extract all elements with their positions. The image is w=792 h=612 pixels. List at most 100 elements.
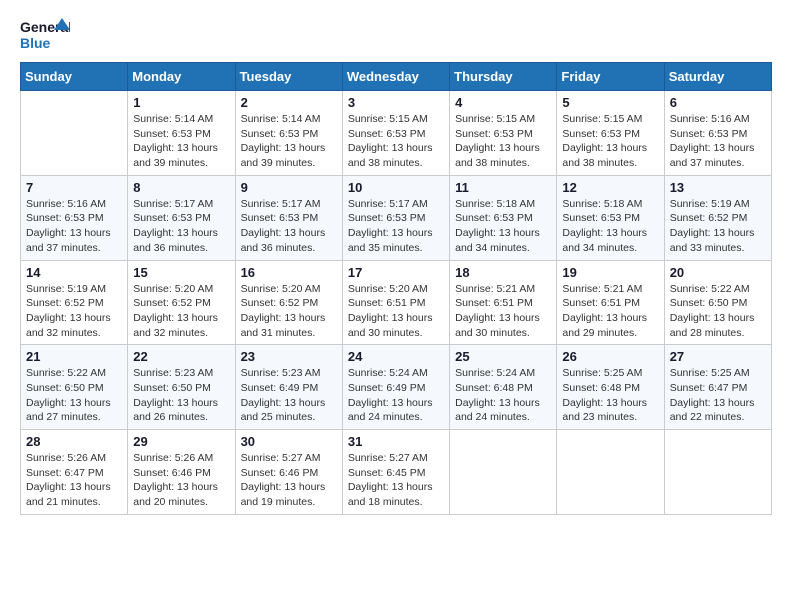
day-info: Sunrise: 5:20 AMSunset: 6:52 PMDaylight:…: [133, 282, 229, 341]
day-info: Sunrise: 5:19 AMSunset: 6:52 PMDaylight:…: [26, 282, 122, 341]
column-header-thursday: Thursday: [450, 63, 557, 91]
calendar-cell: 22 Sunrise: 5:23 AMSunset: 6:50 PMDayligh…: [128, 345, 235, 430]
calendar-cell: 12 Sunrise: 5:18 AMSunset: 6:53 PMDayligh…: [557, 175, 664, 260]
day-number: 19: [562, 265, 658, 280]
day-number: 30: [241, 434, 337, 449]
calendar-week-row: 7Sunrise: 5:16 AMSunset: 6:53 PMDaylight…: [21, 175, 772, 260]
day-info: Sunrise: 5:21 AMSunset: 6:51 PMDaylight:…: [455, 282, 551, 341]
calendar-cell: 31 Sunrise: 5:27 AMSunset: 6:45 PMDayligh…: [342, 430, 449, 515]
day-number: 7: [26, 180, 122, 195]
calendar-cell: 11 Sunrise: 5:18 AMSunset: 6:53 PMDayligh…: [450, 175, 557, 260]
day-number: 4: [455, 95, 551, 110]
day-number: 13: [670, 180, 766, 195]
day-info: Sunrise: 5:24 AMSunset: 6:48 PMDaylight:…: [455, 366, 551, 425]
calendar-cell: 4Sunrise: 5:15 AMSunset: 6:53 PMDaylight…: [450, 91, 557, 176]
day-number: 9: [241, 180, 337, 195]
day-number: 16: [241, 265, 337, 280]
calendar-cell: [557, 430, 664, 515]
calendar-cell: 30 Sunrise: 5:27 AMSunset: 6:46 PMDayligh…: [235, 430, 342, 515]
calendar-cell: 21 Sunrise: 5:22 AMSunset: 6:50 PMDayligh…: [21, 345, 128, 430]
day-info: Sunrise: 5:21 AMSunset: 6:51 PMDaylight:…: [562, 282, 658, 341]
day-number: 23: [241, 349, 337, 364]
day-number: 3: [348, 95, 444, 110]
day-number: 8: [133, 180, 229, 195]
day-number: 17: [348, 265, 444, 280]
day-number: 2: [241, 95, 337, 110]
day-info: Sunrise: 5:18 AMSunset: 6:53 PMDaylight:…: [455, 197, 551, 256]
day-number: 11: [455, 180, 551, 195]
calendar-cell: 13 Sunrise: 5:19 AMSunset: 6:52 PMDayligh…: [664, 175, 771, 260]
day-info: Sunrise: 5:22 AMSunset: 6:50 PMDaylight:…: [26, 366, 122, 425]
calendar-week-row: 28Sunrise: 5:26 AMSunset: 6:47 PMDayligh…: [21, 430, 772, 515]
column-header-sunday: Sunday: [21, 63, 128, 91]
day-number: 27: [670, 349, 766, 364]
calendar-cell: [664, 430, 771, 515]
calendar-cell: 20Sunrise: 5:22 AMSunset: 6:50 PMDayligh…: [664, 260, 771, 345]
calendar-cell: 7Sunrise: 5:16 AMSunset: 6:53 PMDaylight…: [21, 175, 128, 260]
day-info: Sunrise: 5:20 AMSunset: 6:51 PMDaylight:…: [348, 282, 444, 341]
page-header: General Blue: [20, 16, 772, 52]
day-info: Sunrise: 5:23 AMSunset: 6:50 PMDaylight:…: [133, 366, 229, 425]
day-number: 25: [455, 349, 551, 364]
day-number: 26: [562, 349, 658, 364]
calendar-cell: 17 Sunrise: 5:20 AMSunset: 6:51 PMDayligh…: [342, 260, 449, 345]
calendar-cell: 6Sunrise: 5:16 AMSunset: 6:53 PMDaylight…: [664, 91, 771, 176]
calendar-cell: 5Sunrise: 5:15 AMSunset: 6:53 PMDaylight…: [557, 91, 664, 176]
calendar-header-row: SundayMondayTuesdayWednesdayThursdayFrid…: [21, 63, 772, 91]
calendar-cell: 15 Sunrise: 5:20 AMSunset: 6:52 PMDayligh…: [128, 260, 235, 345]
calendar-table: SundayMondayTuesdayWednesdayThursdayFrid…: [20, 62, 772, 515]
day-info: Sunrise: 5:17 AMSunset: 6:53 PMDaylight:…: [133, 197, 229, 256]
day-info: Sunrise: 5:17 AMSunset: 6:53 PMDaylight:…: [348, 197, 444, 256]
day-number: 18: [455, 265, 551, 280]
calendar-cell: 16 Sunrise: 5:20 AMSunset: 6:52 PMDayligh…: [235, 260, 342, 345]
day-info: Sunrise: 5:25 AMSunset: 6:48 PMDaylight:…: [562, 366, 658, 425]
day-info: Sunrise: 5:18 AMSunset: 6:53 PMDaylight:…: [562, 197, 658, 256]
calendar-cell: 8 Sunrise: 5:17 AMSunset: 6:53 PMDaylight…: [128, 175, 235, 260]
calendar-week-row: 1Sunrise: 5:14 AMSunset: 6:53 PMDaylight…: [21, 91, 772, 176]
day-info: Sunrise: 5:27 AMSunset: 6:45 PMDaylight:…: [348, 451, 444, 510]
day-info: Sunrise: 5:19 AMSunset: 6:52 PMDaylight:…: [670, 197, 766, 256]
day-number: 6: [670, 95, 766, 110]
calendar-cell: [21, 91, 128, 176]
day-info: Sunrise: 5:15 AMSunset: 6:53 PMDaylight:…: [348, 112, 444, 171]
calendar-cell: 9 Sunrise: 5:17 AMSunset: 6:53 PMDaylight…: [235, 175, 342, 260]
day-info: Sunrise: 5:15 AMSunset: 6:53 PMDaylight:…: [562, 112, 658, 171]
day-number: 12: [562, 180, 658, 195]
day-number: 21: [26, 349, 122, 364]
column-header-saturday: Saturday: [664, 63, 771, 91]
calendar-cell: 2Sunrise: 5:14 AMSunset: 6:53 PMDaylight…: [235, 91, 342, 176]
day-number: 31: [348, 434, 444, 449]
column-header-friday: Friday: [557, 63, 664, 91]
calendar-cell: 28Sunrise: 5:26 AMSunset: 6:47 PMDayligh…: [21, 430, 128, 515]
calendar-cell: 29Sunrise: 5:26 AMSunset: 6:46 PMDayligh…: [128, 430, 235, 515]
calendar-cell: 1Sunrise: 5:14 AMSunset: 6:53 PMDaylight…: [128, 91, 235, 176]
calendar-cell: 26 Sunrise: 5:25 AMSunset: 6:48 PMDayligh…: [557, 345, 664, 430]
day-info: Sunrise: 5:17 AMSunset: 6:53 PMDaylight:…: [241, 197, 337, 256]
day-info: Sunrise: 5:25 AMSunset: 6:47 PMDaylight:…: [670, 366, 766, 425]
calendar-cell: 25 Sunrise: 5:24 AMSunset: 6:48 PMDayligh…: [450, 345, 557, 430]
calendar-cell: 27 Sunrise: 5:25 AMSunset: 6:47 PMDayligh…: [664, 345, 771, 430]
day-number: 14: [26, 265, 122, 280]
calendar-week-row: 21 Sunrise: 5:22 AMSunset: 6:50 PMDayligh…: [21, 345, 772, 430]
day-info: Sunrise: 5:26 AMSunset: 6:46 PMDaylight:…: [133, 451, 229, 510]
day-number: 15: [133, 265, 229, 280]
day-info: Sunrise: 5:26 AMSunset: 6:47 PMDaylight:…: [26, 451, 122, 510]
calendar-cell: [450, 430, 557, 515]
day-info: Sunrise: 5:22 AMSunset: 6:50 PMDaylight:…: [670, 282, 766, 341]
calendar-week-row: 14 Sunrise: 5:19 AMSunset: 6:52 PMDayligh…: [21, 260, 772, 345]
day-info: Sunrise: 5:27 AMSunset: 6:46 PMDaylight:…: [241, 451, 337, 510]
logo: General Blue: [20, 16, 70, 52]
day-number: 24: [348, 349, 444, 364]
day-number: 22: [133, 349, 229, 364]
column-header-monday: Monday: [128, 63, 235, 91]
column-header-wednesday: Wednesday: [342, 63, 449, 91]
day-number: 1: [133, 95, 229, 110]
calendar-cell: 18 Sunrise: 5:21 AMSunset: 6:51 PMDayligh…: [450, 260, 557, 345]
calendar-cell: 19 Sunrise: 5:21 AMSunset: 6:51 PMDayligh…: [557, 260, 664, 345]
svg-text:Blue: Blue: [20, 35, 51, 51]
day-info: Sunrise: 5:23 AMSunset: 6:49 PMDaylight:…: [241, 366, 337, 425]
calendar-cell: 3 Sunrise: 5:15 AMSunset: 6:53 PMDaylight…: [342, 91, 449, 176]
calendar-cell: 24 Sunrise: 5:24 AMSunset: 6:49 PMDayligh…: [342, 345, 449, 430]
day-info: Sunrise: 5:24 AMSunset: 6:49 PMDaylight:…: [348, 366, 444, 425]
day-info: Sunrise: 5:20 AMSunset: 6:52 PMDaylight:…: [241, 282, 337, 341]
